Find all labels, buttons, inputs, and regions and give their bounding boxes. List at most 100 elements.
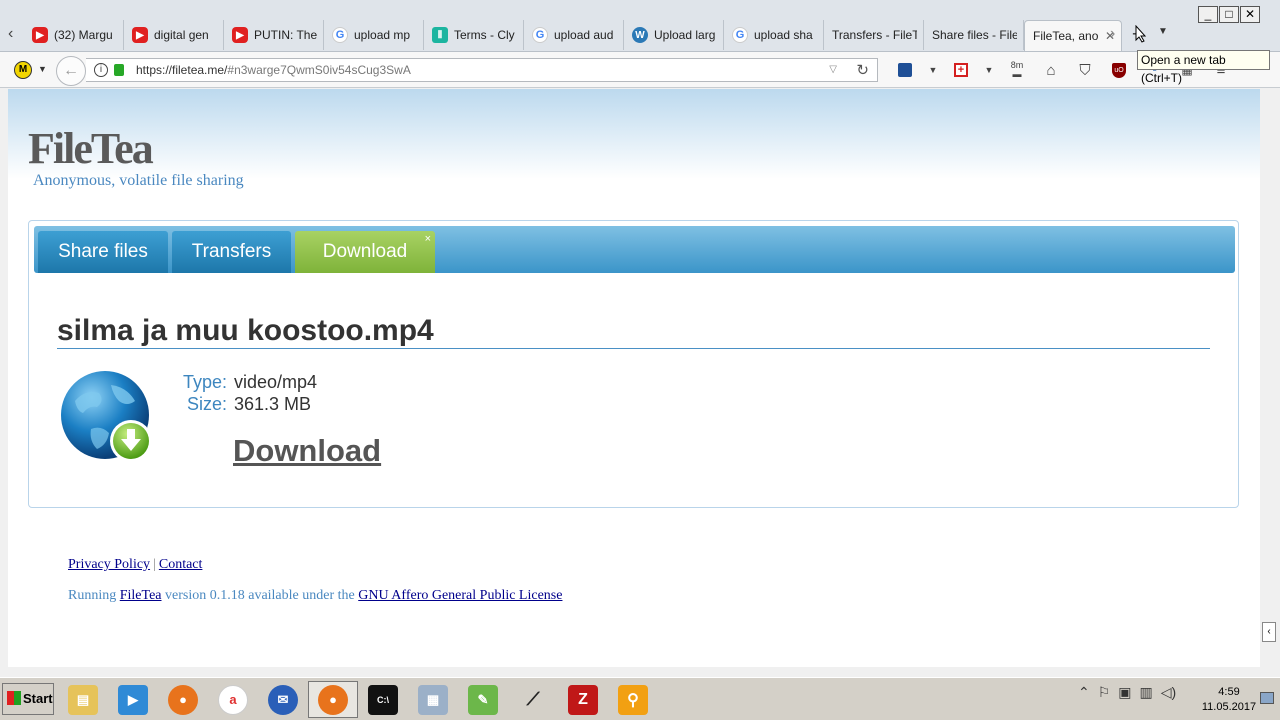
tab-transfers[interactable]: Transfers bbox=[172, 231, 291, 273]
running-text: Running bbox=[68, 588, 117, 603]
start-label: Start bbox=[23, 691, 53, 706]
lock-icon[interactable] bbox=[114, 64, 124, 76]
tab-download[interactable]: Download × bbox=[295, 231, 435, 273]
tab-label: Transfers - FileT bbox=[832, 28, 917, 42]
footer-separator: | bbox=[153, 557, 156, 572]
version-text: version 0.1.18 available under the bbox=[165, 588, 355, 603]
download-link[interactable]: Download bbox=[233, 433, 381, 469]
system-tray: ⌃ ⚐ ▣ ▥ ◁) bbox=[1078, 684, 1176, 701]
taskbar-search-tool[interactable]: ⚲ bbox=[608, 681, 658, 718]
network-icon[interactable]: ▥ bbox=[1140, 684, 1153, 701]
license-link[interactable]: GNU Affero General Public License bbox=[358, 588, 562, 603]
chevron-up-icon[interactable]: ⌃ bbox=[1078, 684, 1090, 701]
scroll-left-arrow-icon[interactable]: ‹ bbox=[1262, 622, 1276, 642]
tab-label: Share files - File bbox=[932, 28, 1017, 42]
footer-version: Running FileTea version 0.1.18 available… bbox=[68, 588, 562, 604]
reload-icon[interactable]: ↻ bbox=[856, 61, 869, 79]
firefox-active-icon: ● bbox=[318, 684, 348, 715]
chevron-down-icon[interactable]: ▼ bbox=[38, 64, 47, 74]
start-button[interactable]: Start bbox=[2, 683, 54, 715]
url-host: https://filetea.me/ bbox=[136, 63, 228, 77]
back-button[interactable]: ← bbox=[56, 56, 86, 86]
privacy-policy-link[interactable]: Privacy Policy bbox=[68, 557, 150, 572]
vertical-scrollbar[interactable] bbox=[1260, 89, 1280, 667]
tab-google-3[interactable]: Gupload sha bbox=[724, 20, 824, 50]
navigation-bar: M ▼ ← i https://filetea.me/#n3warge7QwmS… bbox=[0, 52, 1280, 88]
url-bar[interactable]: i https://filetea.me/#n3warge7QwmS0iv54s… bbox=[86, 58, 878, 82]
taskbar-arc[interactable]: a bbox=[208, 681, 258, 718]
taskbar-cmd[interactable]: C:\ bbox=[358, 681, 408, 718]
clock-time: 4:59 bbox=[1218, 686, 1240, 698]
safely-remove-icon[interactable]: ▣ bbox=[1118, 684, 1131, 701]
taskbar-media-player[interactable]: ▶ bbox=[108, 681, 158, 718]
taskbar-file-manager[interactable]: ▤ bbox=[58, 681, 108, 718]
download-icon: ▬ bbox=[1012, 69, 1022, 79]
close-window-button[interactable]: ✕ bbox=[1240, 6, 1260, 23]
contact-link[interactable]: Contact bbox=[159, 557, 203, 572]
google-icon: G bbox=[332, 27, 348, 43]
url-fragment: #n3warge7QwmS0iv54sCug3SwA bbox=[227, 63, 411, 77]
tab-share-files[interactable]: Share files - File bbox=[924, 20, 1024, 50]
filetea-link[interactable]: FileTea bbox=[120, 588, 162, 603]
mouse-cursor-icon bbox=[1135, 25, 1147, 43]
tab-youtube-3[interactable]: ▶ PUTIN: The bbox=[224, 20, 324, 50]
filetea-logo[interactable]: FileTea bbox=[28, 123, 154, 174]
taskbar-calculator[interactable]: ▦ bbox=[408, 681, 458, 718]
chevron-down-icon[interactable]: ▼ bbox=[978, 60, 1000, 80]
clock[interactable]: 4:59 11.05.2017 bbox=[1200, 685, 1258, 715]
url-history-dropdown-icon[interactable]: ▽ bbox=[829, 64, 837, 75]
addon-button[interactable]: + bbox=[944, 60, 978, 80]
close-icon[interactable]: × bbox=[425, 218, 431, 260]
url-text[interactable]: https://filetea.me/#n3warge7QwmS0iv54sCu… bbox=[136, 63, 411, 77]
new-tab-tooltip: Open a new tab (Ctrl+T) bbox=[1137, 50, 1270, 85]
minimize-button[interactable]: _ bbox=[1198, 6, 1218, 23]
taskbar-chart-editor[interactable]: ✎ bbox=[458, 681, 508, 718]
tabs-scroll-right-button[interactable]: › bbox=[1110, 24, 1126, 44]
filezilla-icon: Z bbox=[568, 684, 598, 715]
chevron-down-icon[interactable]: ▼ bbox=[922, 60, 944, 80]
type-label: Type: bbox=[182, 372, 227, 392]
save-icon bbox=[898, 63, 912, 77]
cmd-icon: C:\ bbox=[368, 684, 398, 715]
home-icon[interactable]: ⌂ bbox=[1034, 60, 1068, 80]
tab-label: Terms - Cly bbox=[454, 28, 515, 42]
taskbar-firefox-active[interactable]: ● bbox=[308, 681, 358, 718]
panel-tab-bar: Share files Transfers Download × bbox=[34, 226, 1235, 273]
tab-transfers[interactable]: Transfers - FileT bbox=[824, 20, 924, 50]
tab-download-label: Download bbox=[322, 241, 408, 262]
page-header bbox=[8, 89, 1260, 179]
flag-icon[interactable]: ⚐ bbox=[1098, 684, 1111, 701]
file-name-title: silma ja muu koostoo.mp4 bbox=[57, 314, 434, 347]
tab-google-2[interactable]: Gupload aud bbox=[524, 20, 624, 50]
tab-youtube-2[interactable]: ▶ digital gen bbox=[124, 20, 224, 50]
tab-label: (32) Margu bbox=[54, 28, 113, 42]
tab-google-1[interactable]: Gupload mp bbox=[324, 20, 424, 50]
show-desktop-icon[interactable] bbox=[1260, 692, 1274, 704]
maximize-button[interactable]: □ bbox=[1219, 6, 1239, 23]
media-player-icon: ▶ bbox=[118, 684, 148, 715]
malwarebytes-icon[interactable]: M bbox=[14, 61, 32, 79]
taskbar-thunderbird[interactable]: ✉ bbox=[258, 681, 308, 718]
info-icon[interactable]: i bbox=[94, 63, 108, 77]
tab-share-files[interactable]: Share files bbox=[38, 231, 168, 273]
volume-icon[interactable]: ◁) bbox=[1161, 684, 1176, 701]
globe-download-icon bbox=[61, 371, 152, 462]
divider bbox=[57, 348, 1210, 349]
tab-filetea-active[interactable]: FileTea, ano ✕ bbox=[1024, 20, 1122, 51]
tabs-scroll-left-button[interactable]: ‹ bbox=[8, 24, 24, 44]
tab-list-dropdown-icon[interactable]: ▼ bbox=[1158, 26, 1172, 40]
tab-youtube-1[interactable]: ▶ (32) Margu bbox=[24, 20, 124, 50]
downloads-button[interactable]: 8m ▬ bbox=[1000, 60, 1034, 80]
taskbar-microphone[interactable]: ⟋ bbox=[508, 681, 558, 718]
tab-clyp[interactable]: ⫴ Terms - Cly bbox=[424, 20, 524, 50]
pocket-icon[interactable]: ⛉ bbox=[1068, 60, 1102, 80]
ublock-button[interactable]: uO bbox=[1102, 60, 1136, 80]
main-panel: Share files Transfers Download × silma ja… bbox=[28, 220, 1239, 508]
save-page-button[interactable] bbox=[888, 60, 922, 80]
taskbar-firefox[interactable]: ● bbox=[158, 681, 208, 718]
taskbar-filezilla[interactable]: Z bbox=[558, 681, 608, 718]
tab-wordpress[interactable]: W Upload larg bbox=[624, 20, 724, 50]
file-meta: Type: video/mp4 Size: 361.3 MB bbox=[169, 371, 317, 415]
microphone-icon: ⟋ bbox=[518, 684, 548, 715]
wordpress-icon: W bbox=[632, 27, 648, 43]
